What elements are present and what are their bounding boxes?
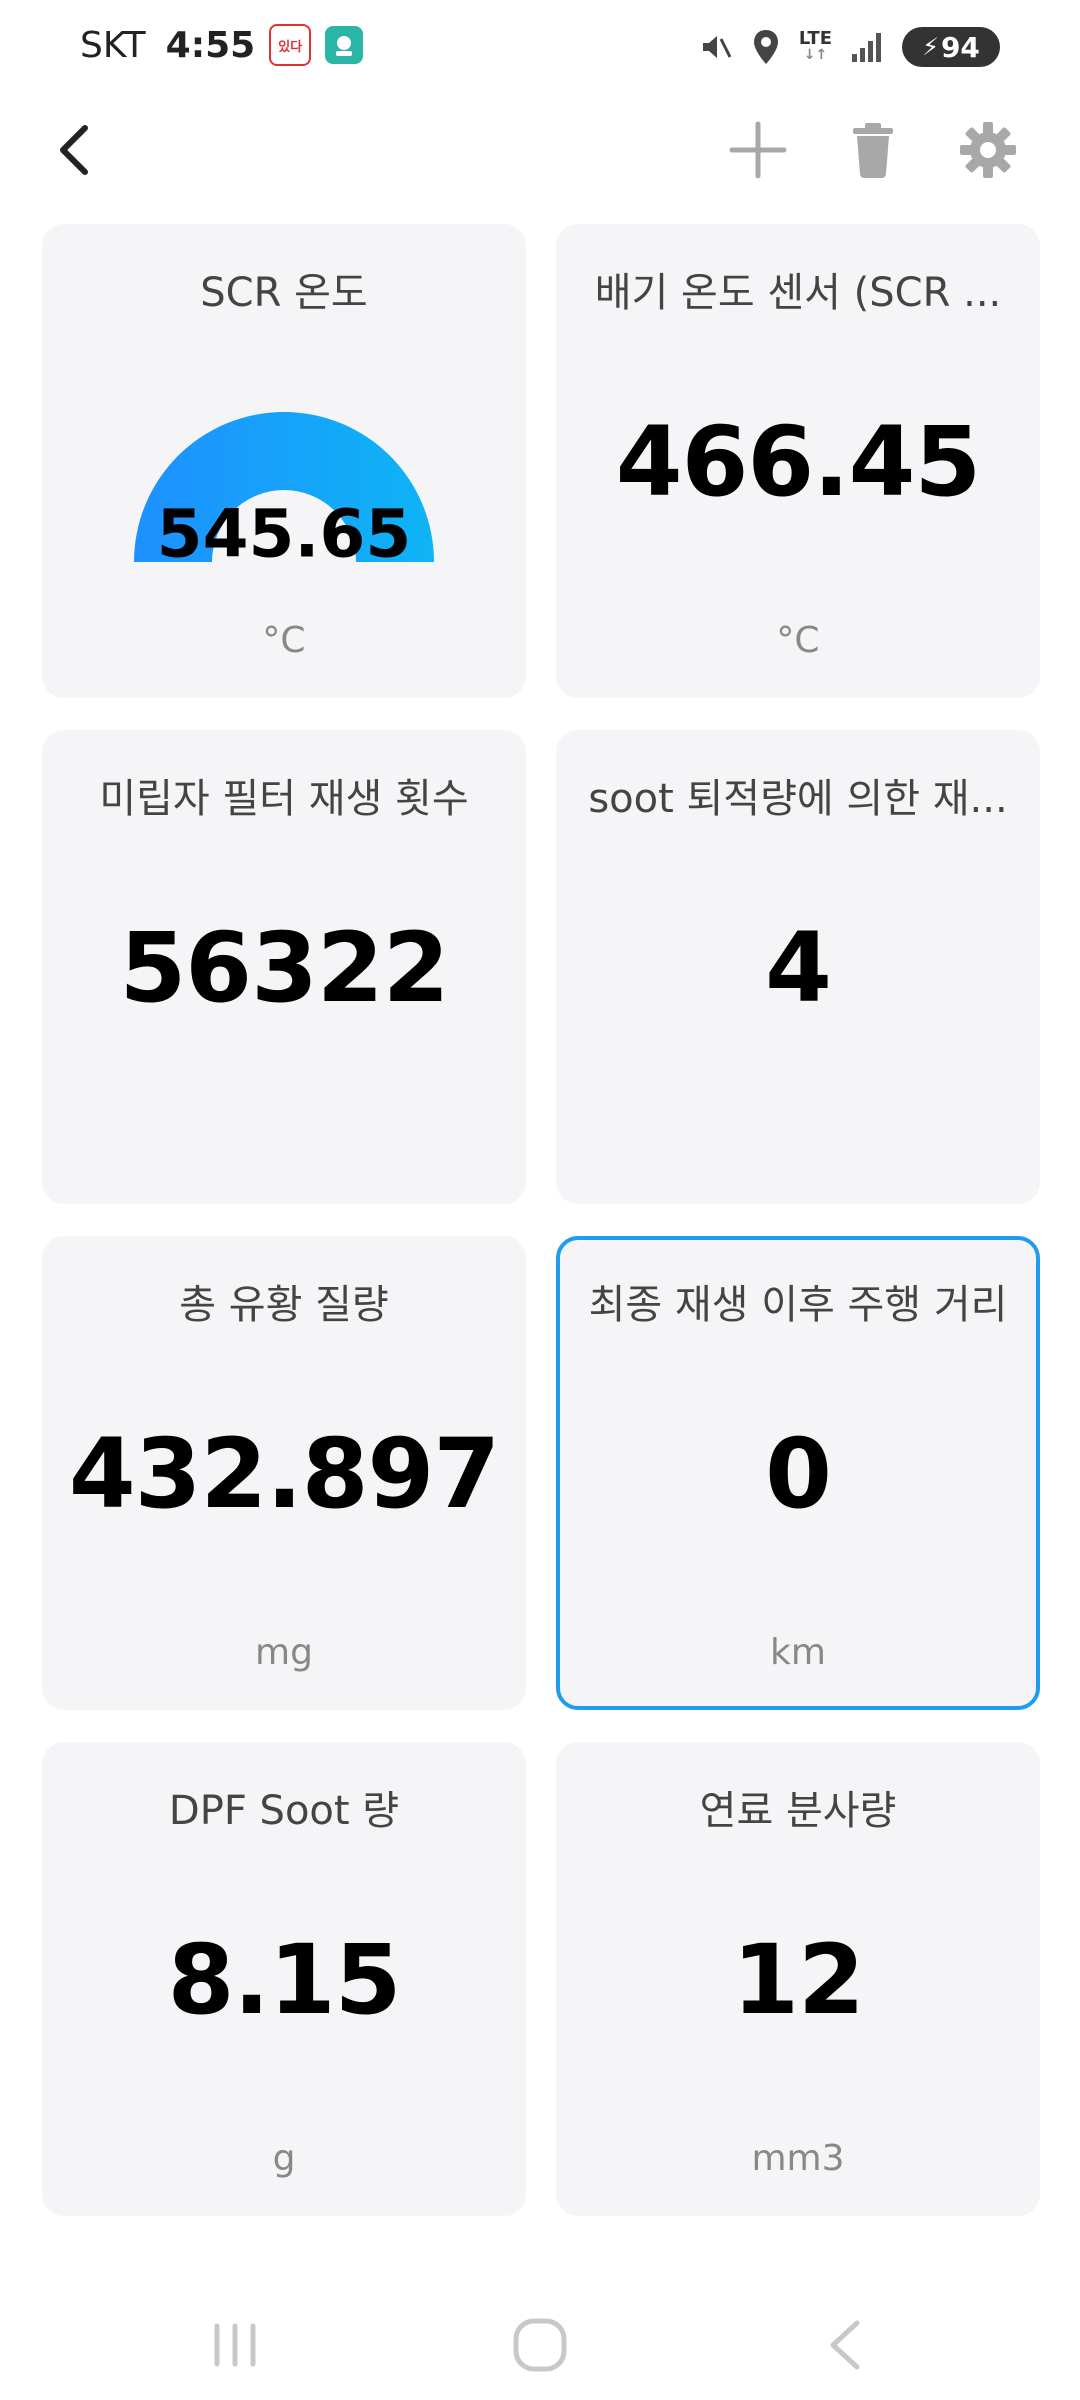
- card-value: 56322: [119, 912, 450, 1024]
- nav-back-button[interactable]: [805, 2310, 885, 2380]
- card-title: soot 퇴적량에 의한 재...: [588, 776, 1008, 822]
- app-bar: [0, 100, 1080, 200]
- navigation-bar: [0, 2290, 1080, 2400]
- widget-card-sulfur-mass[interactable]: 총 유황 질량 432.897 mg: [42, 1236, 526, 1710]
- card-value: 432.897: [68, 1418, 500, 1530]
- card-value: 8.15: [167, 1924, 402, 2036]
- card-value: 4: [765, 912, 832, 1024]
- card-unit: °C: [776, 620, 820, 661]
- widget-card-fuel-injection[interactable]: 연료 분사량 12 mm3: [556, 1742, 1040, 2216]
- charging-icon: ⚡: [922, 33, 939, 61]
- signal-icon: [852, 33, 881, 62]
- location-icon: [753, 30, 778, 64]
- lte-indicator: LTE ↓↑: [798, 28, 832, 64]
- battery-indicator: ⚡ 94: [902, 27, 1000, 67]
- status-time: 4:55: [165, 24, 256, 66]
- widget-card-distance-since-regen[interactable]: 최종 재생 이후 주행 거리 0 km: [556, 1236, 1040, 1710]
- lte-label: LTE: [798, 28, 832, 49]
- gear-icon: [960, 122, 1016, 178]
- recent-apps-button[interactable]: [195, 2310, 275, 2380]
- card-value: 12: [732, 1924, 865, 2036]
- carrier-label: SKT: [80, 24, 146, 66]
- card-title: 배기 온도 센서 (SCR ...: [594, 270, 1002, 316]
- card-title: 최종 재생 이후 주행 거리: [588, 1282, 1008, 1328]
- widget-card-dpf-soot[interactable]: DPF Soot 량 8.15 g: [42, 1742, 526, 2216]
- gauge-value: 545.65: [156, 495, 412, 573]
- card-title: DPF Soot 량: [168, 1788, 400, 1834]
- card-unit: mg: [255, 1632, 313, 1673]
- add-button[interactable]: [723, 115, 793, 185]
- widget-card-scr-temp[interactable]: SCR 온도 545.65 °C: [42, 224, 526, 698]
- app-logo-icon: [336, 36, 353, 56]
- home-icon: [513, 2318, 567, 2372]
- card-title: 미립자 필터 재생 횟수: [99, 776, 469, 822]
- notification-app-badge-text: 있다: [278, 39, 303, 55]
- settings-button[interactable]: [953, 115, 1023, 185]
- card-title: 연료 분사량: [699, 1788, 897, 1834]
- card-unit: km: [770, 1632, 826, 1673]
- status-right: LTE ↓↑ ⚡ 94: [697, 22, 1000, 72]
- card-unit: °C: [262, 620, 306, 661]
- recent-apps-icon: [214, 2323, 256, 2367]
- card-title: 총 유황 질량: [179, 1282, 389, 1328]
- back-button[interactable]: [40, 115, 110, 185]
- widget-card-soot-regen[interactable]: soot 퇴적량에 의한 재... 4: [556, 730, 1040, 1204]
- card-unit: mm3: [751, 2138, 845, 2179]
- home-button[interactable]: [500, 2310, 580, 2380]
- widget-card-exhaust-temp[interactable]: 배기 온도 센서 (SCR ... 466.45 °C: [556, 224, 1040, 698]
- card-title: SCR 온도: [200, 270, 368, 316]
- trash-icon: [853, 123, 893, 178]
- card-value: 466.45: [615, 406, 981, 518]
- card-value: 0: [765, 1418, 832, 1530]
- status-bar: SKT 4:55 있다 LTE ↓↑ ⚡ 94: [0, 0, 1080, 90]
- status-left: SKT 4:55 있다: [80, 20, 364, 70]
- nav-back-icon: [830, 2320, 860, 2370]
- card-unit: g: [272, 2138, 296, 2179]
- notification-app-icon-2: [325, 26, 364, 64]
- notification-app-icon: 있다: [269, 24, 312, 66]
- chevron-left-icon: [60, 125, 88, 175]
- mute-icon: [702, 36, 732, 58]
- battery-level: 94: [940, 30, 980, 64]
- delete-button[interactable]: [838, 115, 908, 185]
- widget-card-dpf-regen-count[interactable]: 미립자 필터 재생 횟수 56322: [42, 730, 526, 1204]
- plus-icon: [729, 121, 787, 179]
